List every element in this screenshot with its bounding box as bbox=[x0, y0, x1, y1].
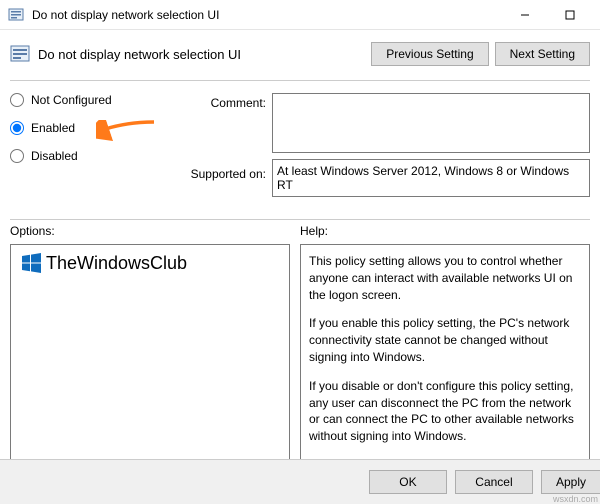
radio-disabled[interactable]: Disabled bbox=[10, 149, 170, 163]
previous-setting-button[interactable]: Previous Setting bbox=[371, 42, 488, 66]
windows-logo-icon bbox=[20, 252, 42, 274]
comment-label: Comment: bbox=[188, 93, 266, 110]
radio-disabled-label: Disabled bbox=[31, 149, 78, 163]
radio-enabled-label: Enabled bbox=[31, 121, 75, 135]
dialog-footer: OK Cancel Apply bbox=[0, 459, 600, 504]
minimize-button[interactable] bbox=[502, 1, 547, 29]
policy-icon-large bbox=[10, 44, 30, 64]
radio-disabled-input[interactable] bbox=[10, 149, 24, 163]
maximize-button[interactable] bbox=[547, 1, 592, 29]
watermark-text: TheWindowsClub bbox=[46, 253, 187, 274]
help-panel: This policy setting allows you to contro… bbox=[300, 244, 590, 474]
radio-not-configured-label: Not Configured bbox=[31, 93, 112, 107]
comment-textbox[interactable] bbox=[272, 93, 590, 153]
options-panel bbox=[10, 244, 290, 474]
header-row: Do not display network selection UI Prev… bbox=[0, 30, 600, 74]
help-paragraph: This policy setting allows you to contro… bbox=[309, 253, 581, 303]
ok-button[interactable]: OK bbox=[369, 470, 447, 494]
help-label: Help: bbox=[300, 224, 590, 238]
help-paragraph: If you disable or don't configure this p… bbox=[309, 378, 581, 445]
window-title: Do not display network selection UI bbox=[32, 8, 219, 22]
source-watermark: wsxdn.com bbox=[553, 494, 598, 504]
radio-not-configured[interactable]: Not Configured bbox=[10, 93, 170, 107]
supported-on-value: At least Windows Server 2012, Windows 8 … bbox=[272, 159, 590, 197]
divider bbox=[10, 219, 590, 220]
radio-not-configured-input[interactable] bbox=[10, 93, 24, 107]
radio-enabled-input[interactable] bbox=[10, 121, 24, 135]
policy-title: Do not display network selection UI bbox=[38, 47, 371, 62]
radio-enabled[interactable]: Enabled bbox=[10, 121, 170, 135]
apply-button[interactable]: Apply bbox=[541, 470, 600, 494]
cancel-button[interactable]: Cancel bbox=[455, 470, 533, 494]
divider bbox=[10, 80, 590, 81]
options-label: Options: bbox=[10, 224, 290, 238]
next-setting-button[interactable]: Next Setting bbox=[495, 42, 590, 66]
help-paragraph: If you enable this policy setting, the P… bbox=[309, 315, 581, 365]
state-radio-group: Not Configured Enabled Disabled bbox=[10, 93, 170, 203]
watermark: TheWindowsClub bbox=[20, 252, 187, 274]
supported-on-label: Supported on: bbox=[188, 159, 266, 181]
policy-icon bbox=[8, 7, 24, 23]
titlebar: Do not display network selection UI bbox=[0, 0, 600, 30]
